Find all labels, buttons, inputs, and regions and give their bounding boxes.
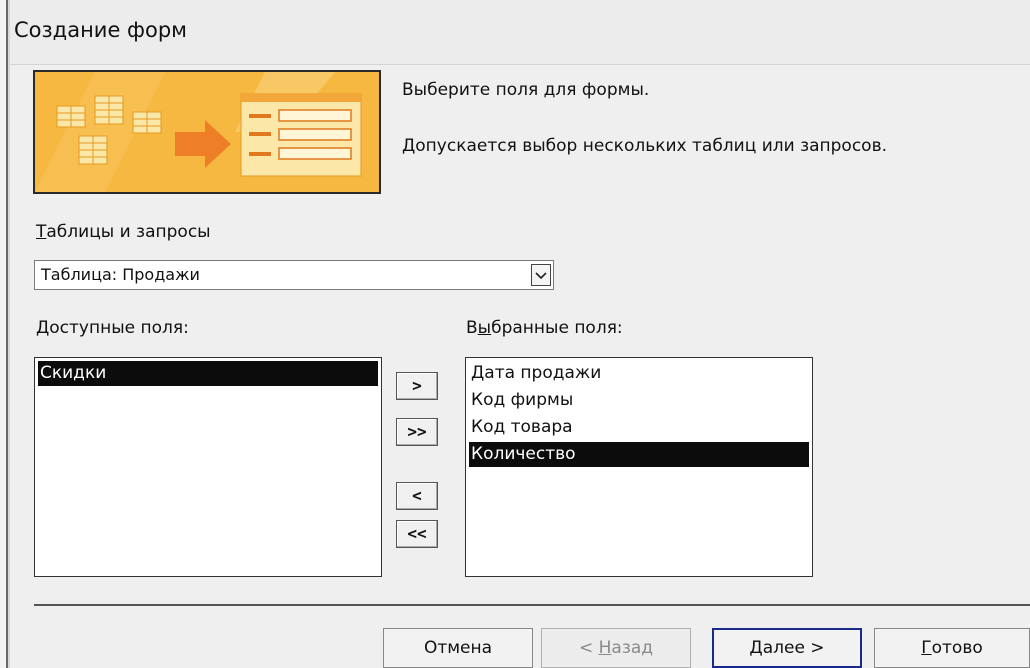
hotkey-letter: Н — [598, 638, 612, 658]
cancel-button[interactable]: Отмена — [383, 628, 533, 668]
available-fields-list[interactable]: Скидки — [34, 357, 382, 577]
add-all-fields-button[interactable]: >> — [396, 418, 438, 446]
intro-line-1: Выберите поля для формы. — [402, 80, 650, 100]
tables-queries-label: Таблицы и запросы — [36, 222, 211, 242]
label-pre: В — [466, 318, 478, 338]
finish-button[interactable]: Готово — [874, 628, 1030, 668]
hotkey-letter: Д — [36, 318, 50, 338]
hotkey-letter: Г — [921, 638, 932, 658]
wizard-graphic-icon — [35, 72, 379, 192]
hotkey-letter: ы — [477, 318, 492, 338]
remove-all-fields-button[interactable]: << — [396, 520, 438, 548]
combobox-value: Таблица: Продажи — [41, 265, 200, 284]
tables-queries-combobox[interactable]: Таблица: Продажи — [34, 260, 554, 290]
next-button[interactable]: Далее > — [712, 628, 862, 668]
list-item[interactable]: Дата продажи — [469, 361, 809, 386]
hotkey-letter: Д — [749, 638, 763, 658]
label-rest: аблицы и запросы — [46, 222, 211, 242]
dropdown-button[interactable] — [531, 264, 551, 286]
label-rest: бранные поля: — [491, 318, 623, 338]
separator — [34, 604, 1030, 606]
list-item[interactable]: Код фирмы — [469, 388, 809, 413]
finish-rest: отово — [931, 638, 983, 658]
label-rest: оступные поля: — [49, 318, 189, 338]
window-title: Создание форм — [14, 18, 188, 42]
title-bar: Создание форм — [10, 0, 1030, 65]
back-prefix: < — [578, 638, 599, 658]
list-item[interactable]: Скидки — [38, 361, 378, 386]
back-rest: азад — [611, 638, 654, 658]
remove-field-button[interactable]: < — [396, 482, 438, 510]
add-field-button[interactable]: > — [396, 372, 438, 400]
intro-line-2: Допускается выбор нескольких таблиц или … — [402, 136, 887, 156]
available-fields-label: Доступные поля: — [36, 318, 189, 338]
selected-fields-list[interactable]: Дата продажи Код фирмы Код товара Количе… — [465, 357, 813, 577]
back-button[interactable]: < Назад — [541, 628, 691, 668]
chevron-down-icon — [535, 272, 547, 280]
form-wizard-illustration — [33, 70, 381, 194]
hotkey-letter: Т — [36, 222, 47, 242]
selected-fields-label: Выбранные поля: — [466, 318, 623, 338]
list-item[interactable]: Код товара — [469, 415, 809, 440]
next-rest: алее > — [762, 638, 825, 658]
list-item[interactable]: Количество — [469, 442, 809, 467]
window-edge — [0, 0, 10, 668]
